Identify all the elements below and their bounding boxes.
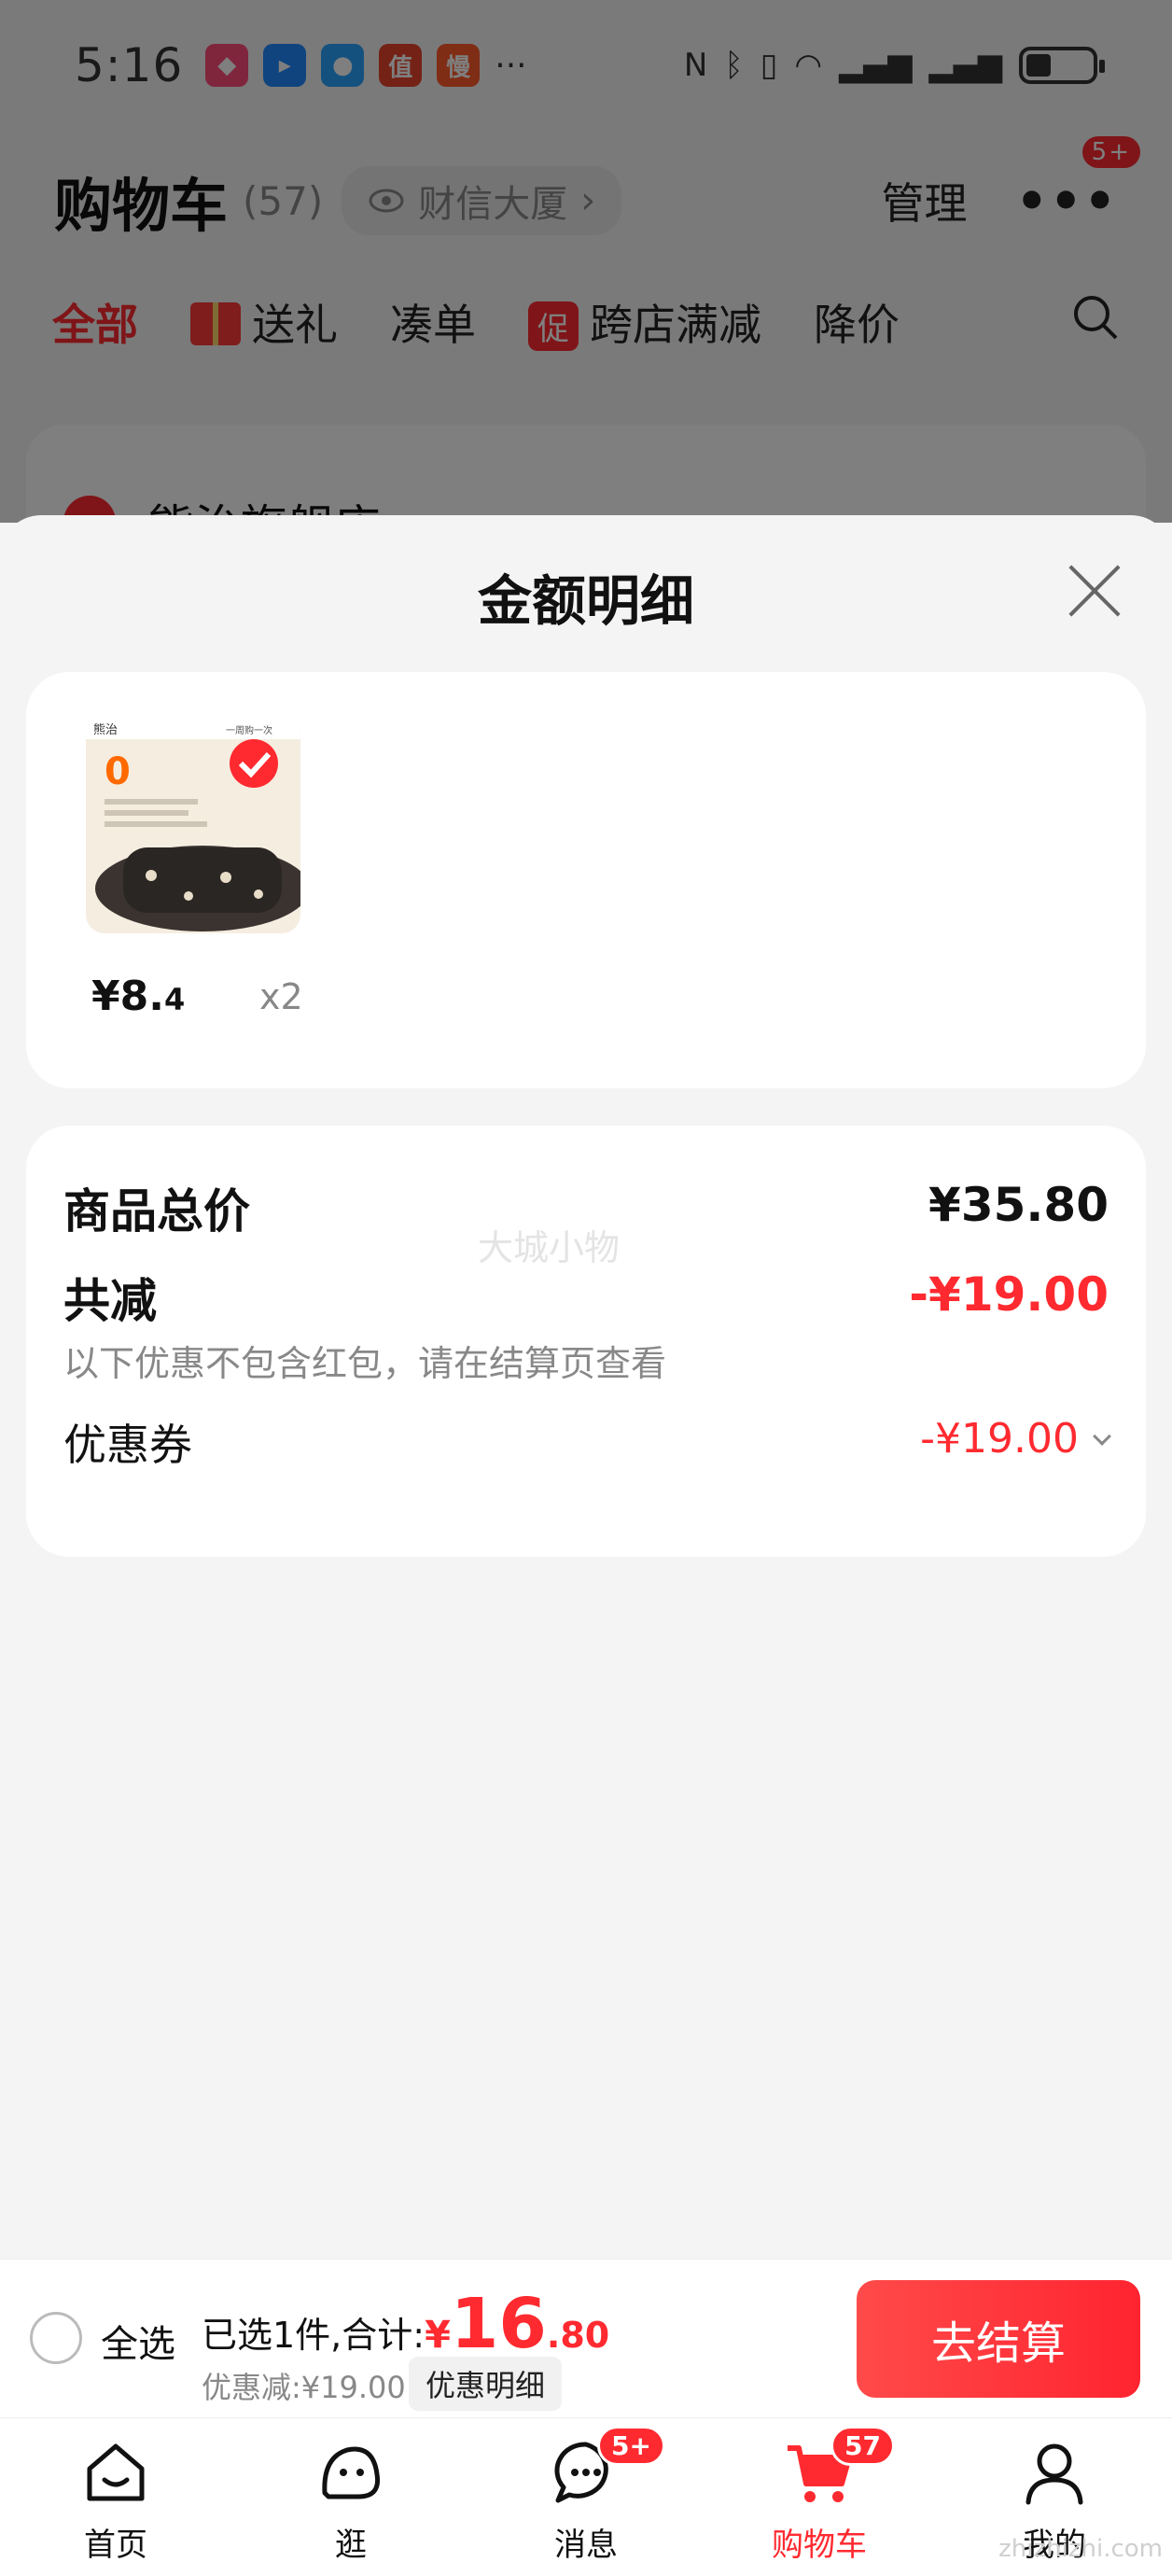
svg-text:0: 0 bbox=[105, 750, 131, 793]
checkout-bar: 全选 已选1件,合计:¥16.80 优惠减:¥19.00 优惠明细 去结算 bbox=[0, 2259, 1172, 2417]
item-quantity: x2 bbox=[259, 976, 303, 1017]
cart-badge: 57 bbox=[830, 2426, 895, 2466]
coupon-label: 优惠券 bbox=[63, 1420, 192, 1470]
product-thumbnail[interactable]: 熊治 一周购一次 0 bbox=[86, 719, 300, 933]
home-icon bbox=[87, 2443, 145, 2501]
browse-icon bbox=[322, 2446, 381, 2499]
total-amount-int: 16 bbox=[450, 2284, 547, 2364]
close-icon[interactable] bbox=[1066, 562, 1123, 620]
total-amount-dec: .80 bbox=[546, 2315, 610, 2356]
order-summary: 已选1件,合计:¥16.80 bbox=[202, 2284, 609, 2364]
svg-text:一周购一次: 一周购一次 bbox=[226, 724, 272, 736]
messages-badge: 5+ bbox=[597, 2426, 665, 2466]
tab-cart[interactable]: 57 购物车 bbox=[726, 2418, 913, 2576]
summary-prefix: 已选1件,合计: bbox=[202, 2315, 426, 2356]
watermark-text: 大城小物 bbox=[478, 1227, 621, 1268]
total-price-value: ¥35.80 bbox=[928, 1178, 1109, 1232]
coupon-row[interactable]: -¥19.00 bbox=[920, 1415, 1111, 1463]
reduction-note: 以下优惠不包含红包，请在结算页查看 bbox=[63, 1343, 667, 1384]
saving-text: 优惠减:¥19.00 bbox=[202, 2370, 406, 2405]
select-all-label[interactable]: 全选 bbox=[101, 2314, 175, 2368]
svg-text:熊治: 熊治 bbox=[93, 722, 118, 737]
dim-overlay[interactable] bbox=[0, 0, 1172, 523]
discount-detail-button[interactable]: 优惠明细 bbox=[409, 2357, 563, 2411]
selected-items-card: 熊治 一周购一次 0 ¥8.4 x2 bbox=[26, 672, 1146, 1088]
total-price-label: 商品总价 bbox=[63, 1184, 250, 1239]
reduction-label: 共减 bbox=[63, 1274, 157, 1328]
tab-cart-label: 购物车 bbox=[772, 2527, 867, 2564]
price-breakdown-card: 商品总价 ¥35.80 大城小物 共减 -¥19.00 以下优惠不包含红包，请在… bbox=[26, 1126, 1146, 1557]
sheet-title: 金额明细 bbox=[477, 569, 694, 633]
tab-messages-label: 消息 bbox=[554, 2527, 618, 2564]
chevron-down-icon bbox=[1093, 1427, 1111, 1446]
tab-messages[interactable]: 5+ 消息 bbox=[493, 2418, 679, 2576]
tab-home[interactable]: 首页 bbox=[22, 2418, 209, 2576]
item-price: ¥8.4 bbox=[91, 973, 186, 1020]
tab-browse-label: 逛 bbox=[335, 2527, 367, 2564]
select-all-radio[interactable] bbox=[30, 2312, 82, 2364]
tab-home-label: 首页 bbox=[84, 2527, 147, 2564]
tab-browse[interactable]: 逛 bbox=[258, 2418, 444, 2576]
watermark-corner: zhizhizhi.com bbox=[998, 2535, 1163, 2563]
reduction-value: -¥19.00 bbox=[909, 1267, 1109, 1322]
checkout-button[interactable]: 去结算 bbox=[857, 2280, 1140, 2398]
profile-icon bbox=[1026, 2443, 1083, 2505]
coupon-value: -¥19.00 bbox=[920, 1415, 1079, 1463]
bottom-tab-bar: 首页 逛 5+ 消息 57 购物车 我的 zhizhizhi.com bbox=[0, 2417, 1172, 2576]
currency-symbol: ¥ bbox=[425, 2314, 451, 2357]
